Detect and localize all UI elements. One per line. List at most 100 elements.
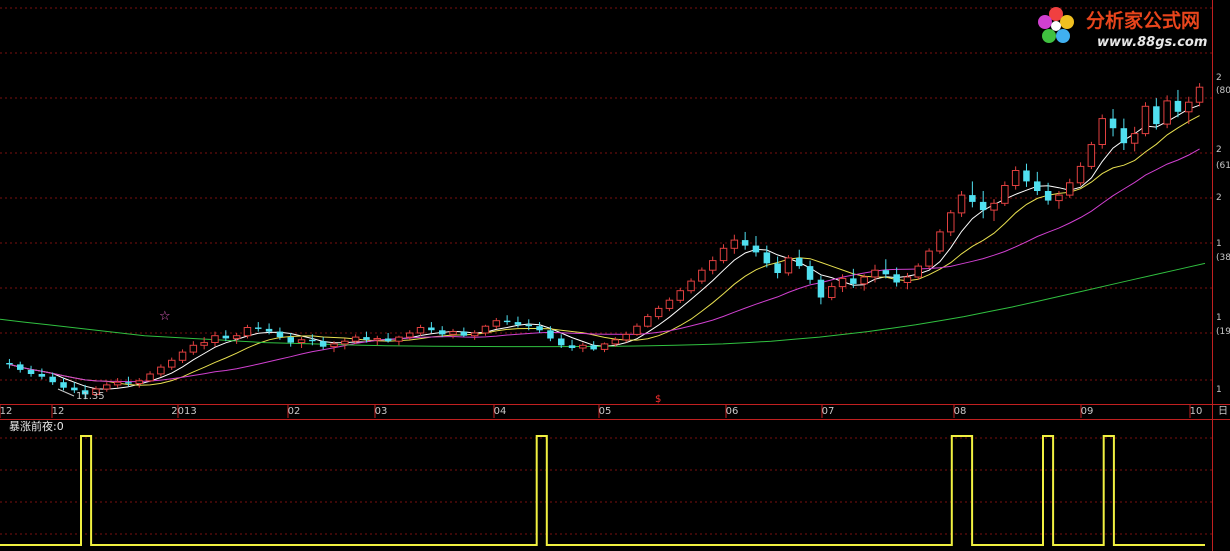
logo: 分析家公式网 www.88gs.com <box>1038 7 1207 50</box>
candle-body <box>590 345 597 350</box>
right-axis-label: (38 <box>1216 253 1230 263</box>
candle-body <box>763 252 771 264</box>
candle-body <box>168 359 176 368</box>
x-tick-label: 04 <box>494 406 507 417</box>
candle-body <box>1001 185 1009 204</box>
candle-body <box>17 364 24 370</box>
candle-body <box>319 341 327 347</box>
candle-body <box>903 276 912 283</box>
candle-body <box>698 269 706 282</box>
x-tick-label: 2013 <box>171 406 196 417</box>
flower-logo-icon <box>1038 7 1074 43</box>
candle-body <box>373 338 381 341</box>
candle-body <box>838 277 847 288</box>
candle-body <box>157 366 165 375</box>
candlestick-series <box>6 83 1204 400</box>
candle-body <box>644 316 652 327</box>
candle-body <box>914 265 922 278</box>
right-axis-label: (61 <box>1216 161 1230 171</box>
candle-body <box>309 339 316 342</box>
candle-body <box>395 336 403 342</box>
candle-body <box>135 380 143 384</box>
candle-body <box>828 286 836 299</box>
candle-body <box>1109 118 1117 129</box>
right-axis-label: 2 <box>1216 73 1222 83</box>
candle-body <box>558 338 565 346</box>
candle-body <box>146 373 154 382</box>
x-tick-label: 05 <box>599 406 612 417</box>
x-axis-ticks: 12 12 2013 02 03 04 05 06 07 08 09 10 <box>0 405 1202 418</box>
right-axis-label: 1 <box>1216 239 1222 249</box>
candle-body <box>1076 165 1085 184</box>
x-tick-label: 07 <box>822 406 835 417</box>
candle-body <box>330 343 338 348</box>
candle-body <box>1034 181 1041 191</box>
candle-body <box>536 326 543 331</box>
candle-body <box>687 280 695 292</box>
right-axis-label: (80 <box>1216 86 1230 96</box>
period-label: 日 <box>1218 406 1228 417</box>
logo-url: www.88gs.com <box>1097 35 1207 50</box>
candle-body <box>1130 133 1139 144</box>
x-tick-label: 03 <box>375 406 388 417</box>
candle-body <box>71 387 78 391</box>
candle-body <box>243 327 252 337</box>
candle-body <box>60 382 67 388</box>
candle-body <box>1023 170 1030 182</box>
candle-body <box>860 276 868 285</box>
candle-body <box>784 257 793 274</box>
candle-body <box>893 274 900 283</box>
candle-body <box>1066 182 1074 196</box>
candle-body <box>730 239 739 249</box>
x-tick-label: 09 <box>1081 406 1094 417</box>
candle-body <box>276 331 284 338</box>
candle-body <box>1055 194 1063 202</box>
candle-body <box>990 202 998 211</box>
right-axis-label: (19 <box>1216 327 1230 337</box>
x-tick-label: 06 <box>726 406 739 417</box>
candle-body <box>1087 144 1096 167</box>
candle-body <box>38 374 46 377</box>
candle-body <box>297 339 306 343</box>
x-tick-label: 12 <box>52 406 65 417</box>
candle-body <box>1120 128 1128 144</box>
candle-body <box>6 363 13 365</box>
indicator-line <box>0 435 1205 546</box>
candle-body <box>222 335 230 339</box>
candle-body <box>665 299 674 309</box>
candle-body <box>1098 118 1106 145</box>
candle-body <box>752 245 760 253</box>
candle-body <box>351 336 360 342</box>
candle-body <box>568 345 576 348</box>
candle-body <box>287 337 294 343</box>
main-grid <box>0 0 1230 551</box>
right-axis-label: 1 <box>1216 313 1222 323</box>
candle-body <box>1195 86 1204 103</box>
candle-body <box>514 322 522 325</box>
candle-body <box>1044 191 1052 201</box>
candle-body <box>189 344 198 353</box>
candle-body <box>525 324 532 327</box>
candle-body <box>416 327 425 334</box>
candle-body <box>633 325 641 335</box>
candle-body <box>806 266 814 280</box>
x-tick-label: 02 <box>288 406 301 417</box>
star-signal-icon: ☆ <box>159 309 171 324</box>
low-annotation: 11.35 <box>76 391 105 402</box>
right-axis-label: 2 <box>1216 145 1222 155</box>
candle-body <box>957 194 966 214</box>
candle-body <box>470 332 479 337</box>
candle-body <box>719 247 728 262</box>
candle-body <box>255 327 262 329</box>
candle-body <box>622 333 630 341</box>
candle-body <box>925 250 933 267</box>
candle-body <box>600 343 609 350</box>
stock-chart: 12 12 2013 02 03 04 05 06 07 08 09 10 2 (80 2 (61 2 1 (38… <box>0 0 1230 551</box>
candle-body <box>178 351 187 361</box>
candle-body <box>947 212 955 233</box>
right-axis-label: 2 <box>1216 193 1222 203</box>
indicator-grid <box>0 437 1212 535</box>
candle-body <box>481 325 490 334</box>
candle-body <box>449 331 457 335</box>
candle-body <box>1141 105 1150 135</box>
